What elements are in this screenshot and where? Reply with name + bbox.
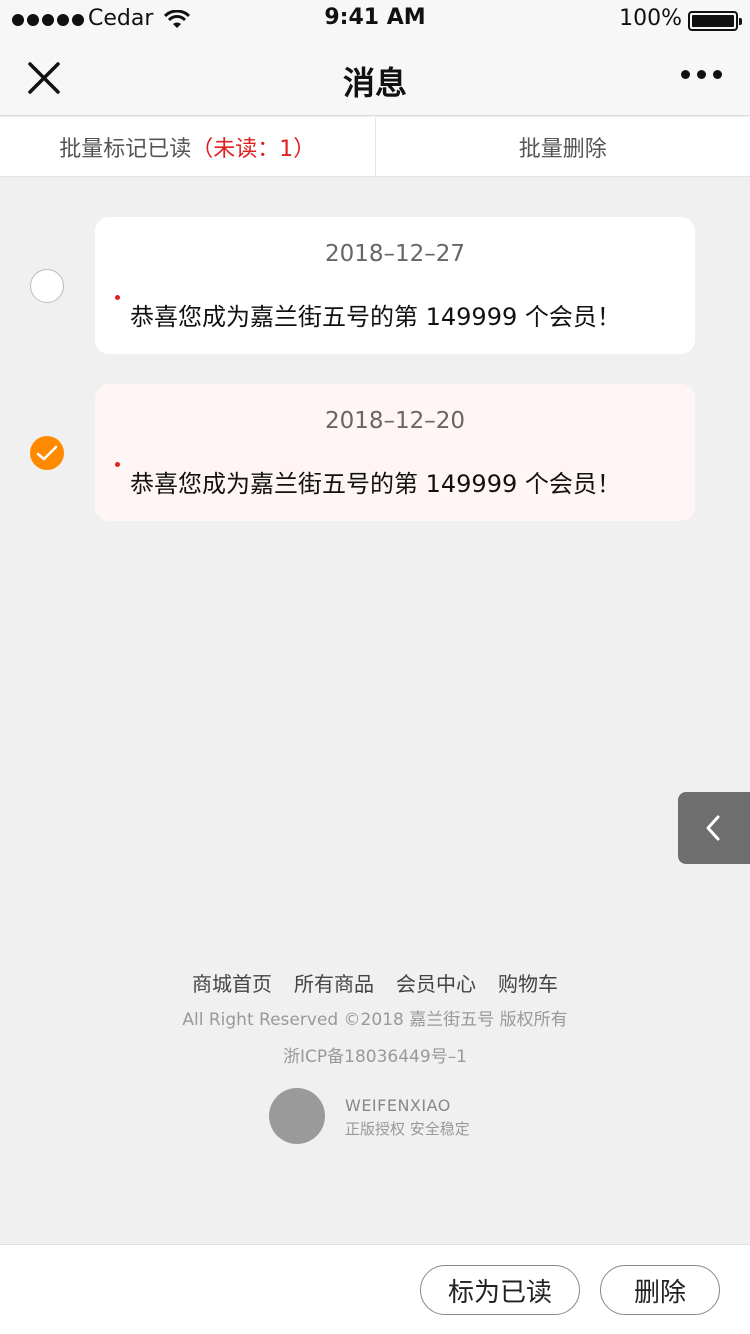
message-date: 2018–12–27 [324, 241, 466, 267]
side-panel-toggle[interactable] [678, 792, 750, 864]
status-bar: Cedar 9:41 AM 100% [0, 0, 750, 40]
footer-link-all-products[interactable]: 所有商品 [294, 968, 374, 997]
footer-links: 商城首页 所有商品 会员中心 购物车 [0, 968, 750, 997]
chevron-left-icon [706, 815, 720, 841]
message-row: 2018–12–27 恭喜您成为嘉兰街五号的第 149999 个会员！ [0, 217, 750, 354]
checkmark-icon [36, 445, 58, 461]
footer-link-member-center[interactable]: 会员中心 [396, 968, 476, 997]
unread-dot-icon [115, 462, 120, 467]
battery-icon [688, 11, 742, 31]
message-select-radio-checked[interactable] [30, 436, 64, 470]
brand-name: WEIFENXIAO [345, 1096, 451, 1115]
footer-link-cart[interactable]: 购物车 [498, 968, 558, 997]
copyright-text: All Right Reserved ©2018 嘉兰街五号 版权所有 [182, 1010, 568, 1030]
page-title: 消息 [342, 64, 407, 102]
batch-action-tabs: 批量标记已读 （未读：1） 批量删除 [0, 117, 750, 177]
footer-link-home[interactable]: 商城首页 [192, 968, 272, 997]
message-text: 恭喜您成为嘉兰街五号的第 149999 个会员！ [130, 303, 621, 331]
unread-count-badge: （未读：1） [191, 136, 316, 162]
more-options-icon[interactable] [681, 70, 722, 79]
brand-logo [269, 1088, 325, 1144]
tab-batch-delete[interactable]: 批量删除 [374, 117, 750, 176]
tab-mark-all-read[interactable]: 批量标记已读 （未读：1） [0, 117, 375, 176]
bottom-action-bar: 标为已读 删除 [0, 1244, 750, 1334]
battery-percentage: 100% [619, 6, 682, 31]
message-date: 2018–12–20 [324, 408, 466, 434]
delete-button[interactable]: 删除 [600, 1265, 720, 1315]
message-row: 2018–12–20 恭喜您成为嘉兰街五号的第 149999 个会员！ [0, 384, 750, 521]
message-text: 恭喜您成为嘉兰街五号的第 149999 个会员！ [130, 470, 621, 498]
brand-tagline: 正版授权 安全稳定 [345, 1120, 470, 1138]
message-card[interactable]: 2018–12–27 恭喜您成为嘉兰街五号的第 149999 个会员！ [95, 217, 695, 354]
message-card[interactable]: 2018–12–20 恭喜您成为嘉兰街五号的第 149999 个会员！ [95, 384, 695, 521]
unread-dot-icon [115, 295, 120, 300]
icp-license-text: 浙ICP备18036449号–1 [283, 1047, 467, 1067]
tab-batch-delete-label: 批量删除 [518, 136, 607, 162]
mark-read-button[interactable]: 标为已读 [420, 1265, 580, 1315]
tab-mark-all-read-label: 批量标记已读 [59, 136, 192, 162]
message-select-radio[interactable] [30, 269, 64, 303]
nav-bar: 消息 [0, 40, 750, 116]
